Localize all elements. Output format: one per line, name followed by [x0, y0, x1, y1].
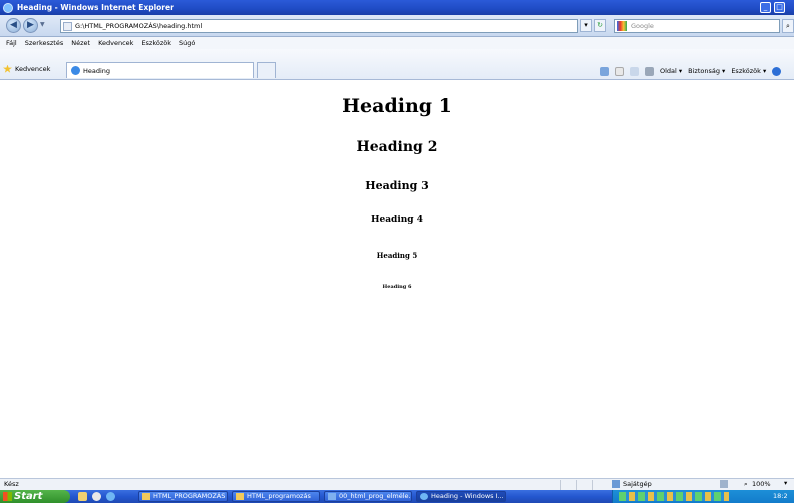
minimize-button[interactable]: _	[760, 2, 771, 13]
zoom-dropdown-icon[interactable]: ▾	[784, 479, 787, 487]
menu-favorites[interactable]: Kedvencek	[98, 39, 133, 47]
tab-heading[interactable]: Heading	[66, 62, 254, 78]
quicklaunch-icon[interactable]	[78, 492, 87, 501]
computer-icon	[612, 480, 620, 488]
window-titlebar: Heading - Windows Internet Explorer _ □	[0, 0, 794, 15]
menu-bar: Fájl Szerkesztés Nézet Kedvencek Eszközö…	[0, 37, 794, 49]
start-label: Start	[14, 491, 43, 502]
favorites-button[interactable]: Kedvencek	[3, 63, 50, 75]
tab-title: Heading	[83, 66, 111, 75]
clock: 18:2	[773, 492, 788, 500]
menu-help[interactable]: Súgó	[179, 39, 195, 47]
command-bar: Oldal ▾ Biztonság ▾ Eszközök ▾	[600, 65, 782, 77]
taskbar-item-folder[interactable]: HTML_programozás	[232, 491, 320, 502]
tools-menu[interactable]: Eszközök ▾	[731, 67, 766, 75]
heading-1: Heading 1	[342, 95, 452, 117]
ie-icon	[420, 493, 428, 500]
menu-tools[interactable]: Eszközök	[141, 39, 171, 47]
zoom-icon[interactable]: ⌕	[744, 480, 748, 489]
taskbar-item-document[interactable]: 00_html_prog_elméle...	[324, 491, 412, 502]
maximize-button[interactable]: □	[774, 2, 785, 13]
security-zone: Sajátgép	[623, 480, 652, 488]
page-icon	[63, 22, 72, 31]
status-cell	[592, 480, 606, 490]
back-button[interactable]: ◀	[6, 18, 21, 33]
protected-mode-icon[interactable]	[720, 480, 728, 488]
status-cell	[576, 480, 590, 490]
windows-logo-icon	[3, 492, 12, 501]
feeds-icon[interactable]	[615, 66, 624, 76]
heading-2: Heading 2	[356, 139, 438, 155]
folder-icon	[236, 493, 244, 500]
menu-edit[interactable]: Szerkesztés	[25, 39, 63, 47]
mail-icon[interactable]	[630, 66, 639, 76]
home-icon[interactable]	[600, 66, 609, 76]
taskbar-item-label: 00_html_prog_elméle...	[339, 492, 412, 500]
word-icon	[328, 493, 336, 500]
folder-icon	[142, 493, 150, 500]
heading-3: Heading 3	[365, 179, 429, 192]
taskbar-item-label: HTML_PROGRAMOZÁS	[153, 492, 226, 500]
heading-4: Heading 4	[370, 215, 423, 225]
heading-6: Heading 6	[382, 284, 412, 290]
google-logo-icon	[617, 21, 627, 31]
tray-icons[interactable]	[619, 492, 729, 501]
print-icon[interactable]	[645, 66, 654, 76]
system-tray: 18:2	[612, 490, 794, 503]
taskbar-item-folder[interactable]: HTML_PROGRAMOZÁS	[138, 491, 228, 502]
star-icon	[3, 64, 12, 73]
address-input[interactable]: G:\HTML_PROGRAMOZÁS\heading.html	[60, 19, 578, 33]
new-tab-button[interactable]	[257, 62, 276, 78]
status-text: Kész	[4, 480, 19, 488]
address-dropdown-icon[interactable]: ▾	[580, 19, 592, 32]
taskbar-item-label: HTML_programozás	[247, 492, 311, 500]
window-title: Heading - Windows Internet Explorer	[17, 3, 174, 12]
page-content: Heading 1 Heading 2 Heading 3 Heading 4 …	[0, 81, 794, 478]
ie-tab-icon	[71, 66, 80, 75]
menu-file[interactable]: Fájl	[6, 39, 17, 47]
refresh-icon[interactable]: ↻	[594, 19, 606, 32]
page-menu[interactable]: Oldal ▾	[660, 67, 682, 75]
status-cell	[560, 480, 574, 490]
status-bar: Kész Sajátgép ⌕ 100% ▾	[0, 478, 794, 490]
zoom-level[interactable]: 100%	[752, 480, 771, 488]
taskbar-item-label: Heading - Windows I...	[431, 492, 504, 500]
address-toolbar: ◀ ▶ ▼ G:\HTML_PROGRAMOZÁS\heading.html ▾…	[0, 15, 794, 37]
help-icon[interactable]	[772, 66, 782, 76]
forward-button[interactable]: ▶	[23, 18, 38, 33]
quicklaunch-ie-icon[interactable]	[106, 492, 115, 501]
ie-icon	[3, 2, 13, 13]
nav-dropdown-icon[interactable]: ▼	[40, 21, 45, 28]
menu-view[interactable]: Nézet	[71, 39, 90, 47]
safety-menu[interactable]: Biztonság ▾	[688, 67, 725, 75]
favorites-label: Kedvencek	[15, 65, 51, 73]
start-button[interactable]: Start	[0, 490, 70, 503]
search-input[interactable]: Google	[614, 19, 780, 33]
search-icon[interactable]: ⌕	[782, 19, 794, 33]
taskbar: Start HTML_PROGRAMOZÁS HTML_programozás …	[0, 490, 794, 503]
favorites-bar: Kedvencek Heading Oldal ▾ Biztonság ▾ Es…	[0, 49, 794, 80]
search-placeholder: Google	[631, 22, 654, 30]
heading-5: Heading 5	[376, 251, 418, 260]
quicklaunch-icon[interactable]	[92, 492, 101, 501]
taskbar-item-ie[interactable]: Heading - Windows I...	[416, 491, 506, 502]
address-text: G:\HTML_PROGRAMOZÁS\heading.html	[75, 22, 203, 30]
